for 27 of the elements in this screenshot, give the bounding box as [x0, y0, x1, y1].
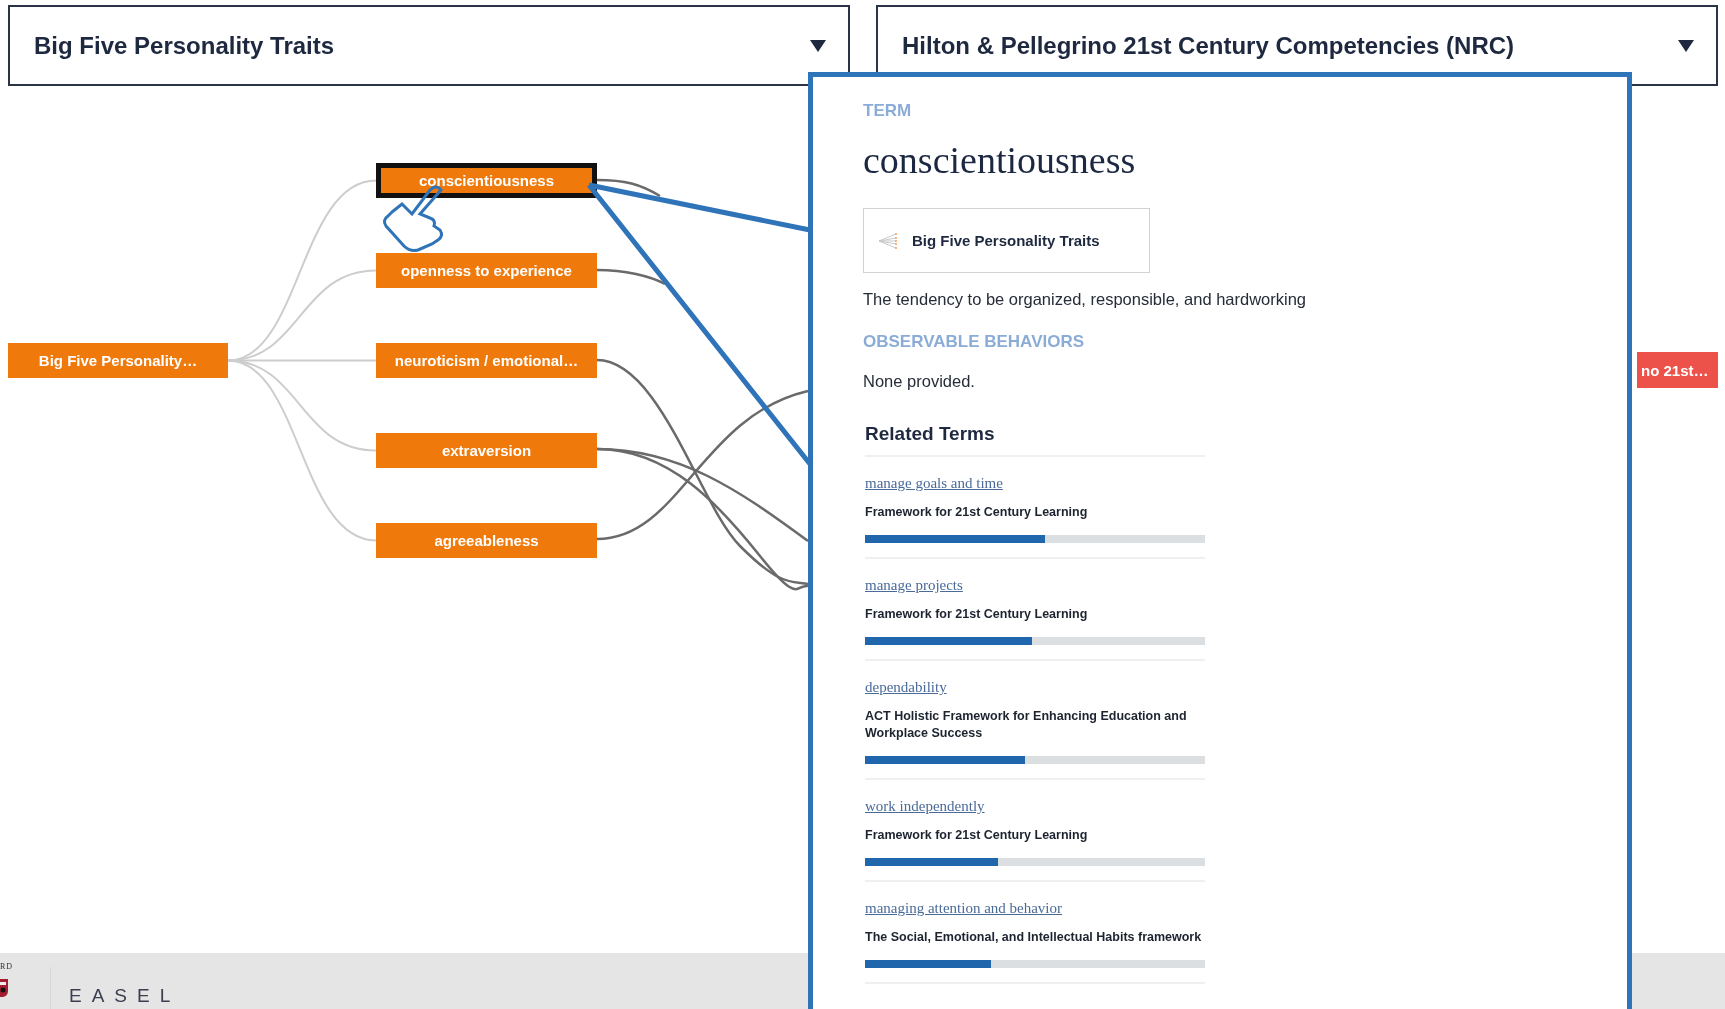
tree-node[interactable]: no 21st… [1637, 352, 1718, 388]
caret-icon [1678, 39, 1694, 52]
related-term-link[interactable]: managing attention and behavior [865, 900, 1063, 916]
framework-name: Framework for 21st Century Learning [865, 606, 1089, 623]
framework-dropdown[interactable]: Big Five Personality Traits [8, 5, 850, 86]
caret-icon [810, 39, 826, 52]
related-term-link[interactable]: manage goals and time [865, 475, 1003, 491]
related-term-link[interactable]: work independently [865, 798, 985, 814]
related-term-link[interactable]: dependability [865, 679, 947, 695]
section-label: TERM [863, 101, 913, 121]
connector-line [596, 268, 666, 286]
framework-name: The Social, Emotional, and Intellectual Habits framework [865, 929, 1203, 946]
framework-name: ACT Holistic Framework for Enhancing Education and Workplace Success [865, 708, 1188, 742]
connector-line [597, 178, 661, 198]
term-description: The tendency to be organized, responsible, and hardworking [863, 290, 1308, 309]
related-term-link[interactable]: manage projects [865, 577, 963, 593]
term-title: conscientiousness [863, 138, 1137, 182]
section-label: OBSERVABLE BEHAVIORS [863, 332, 1086, 352]
tree-icon [878, 231, 898, 250]
related-terms-heading: Related Terms [865, 423, 1205, 457]
behaviors-text: None provided. [863, 372, 976, 391]
logo-text: RD [0, 962, 14, 971]
framework-name: Framework for 21st Century Learning [865, 827, 1089, 844]
framework-chip[interactable]: Big Five Personality Traits [863, 208, 1150, 273]
framework-name: Framework for 21st Century Learning [865, 504, 1089, 521]
brand-name: EASEL [69, 985, 181, 1007]
hand-cursor-icon [382, 185, 444, 252]
